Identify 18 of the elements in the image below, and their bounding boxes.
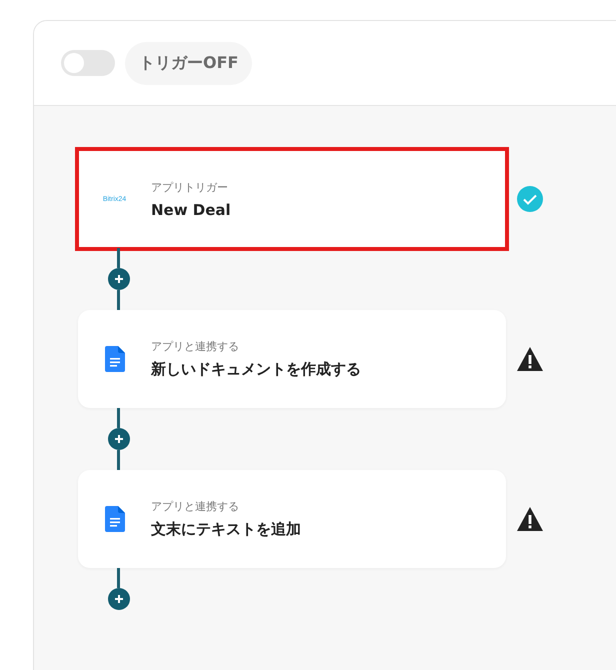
add-step-button[interactable]	[108, 588, 130, 610]
step-caption: アプリと連携する	[151, 339, 240, 354]
trigger-toggle[interactable]	[61, 50, 115, 76]
plus-icon	[114, 274, 124, 284]
document-icon	[104, 506, 124, 532]
document-icon	[104, 346, 124, 372]
add-step-button[interactable]	[108, 428, 130, 450]
add-step-button[interactable]	[108, 268, 130, 290]
step-title: 文末にテキストを追加	[151, 520, 301, 539]
step-caption: アプリトリガー	[151, 180, 229, 194]
step-card[interactable]: アプリと連携する 新しいドキュメントを作成する	[78, 310, 506, 408]
step-card[interactable]: アプリと連携する 文末にテキストを追加	[78, 470, 506, 568]
plus-icon	[114, 594, 124, 604]
plus-icon	[114, 434, 124, 444]
step-caption: アプリと連携する	[151, 499, 240, 514]
step-title: New Deal	[151, 200, 231, 218]
step-title: 新しいドキュメントを作成する	[151, 360, 361, 379]
trigger-status: トリガーOFF	[125, 42, 252, 84]
